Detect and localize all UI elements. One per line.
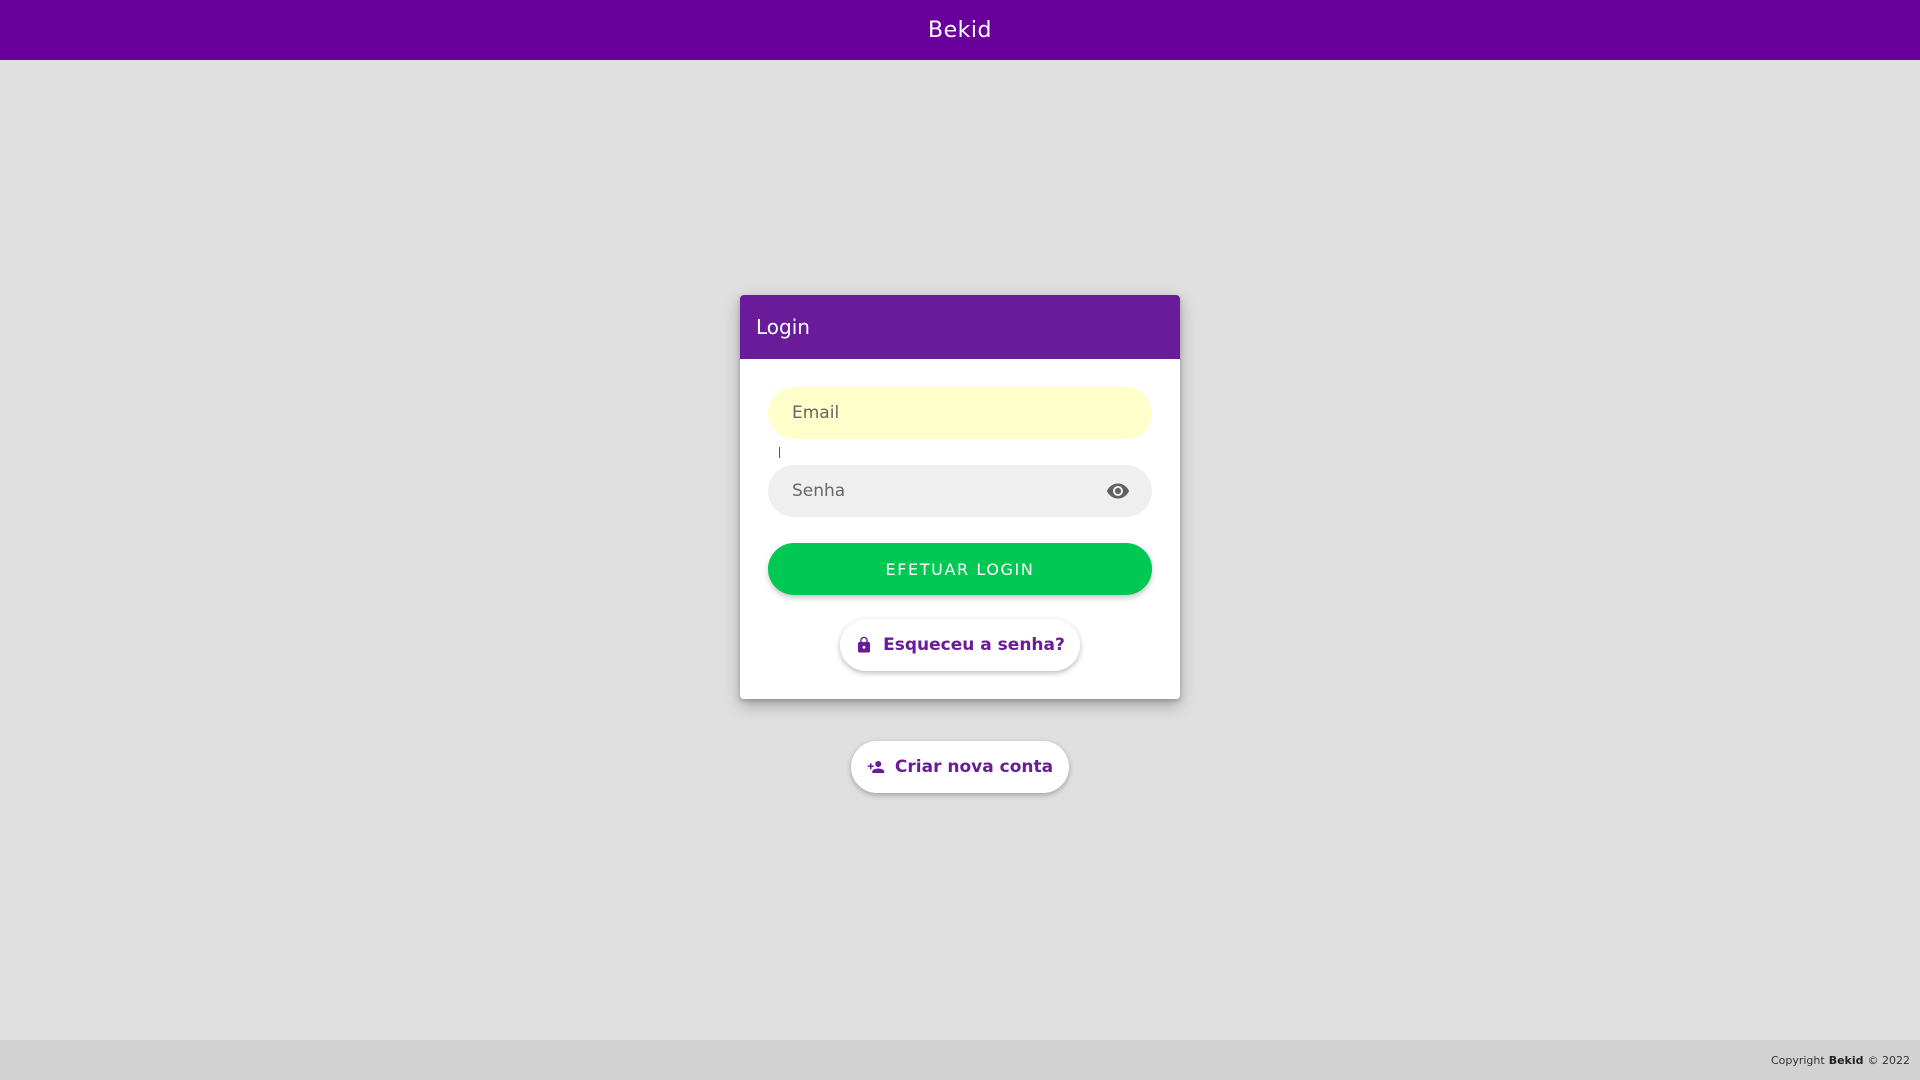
copyright-prefix: Copyright [1770,1053,1825,1067]
create-account-label: Criar nova conta [894,757,1054,777]
app-title: Bekid [928,17,992,43]
lock-icon [858,636,871,653]
login-card: Login EFETUAR LOGIN Esqueceu a senha? [740,295,1180,699]
page-footer: Copyright Bekid © 2022 [0,1040,1920,1080]
create-account-button[interactable]: Criar nova conta [851,741,1069,793]
password-input[interactable] [768,465,1152,517]
copyright-year: © 2022 [1867,1053,1911,1067]
forgot-password-label: Esqueceu a senha? [883,635,1065,655]
email-field [768,387,1152,439]
text-cursor [779,447,780,458]
login-button[interactable]: EFETUAR LOGIN [768,543,1152,595]
forgot-password-button[interactable]: Esqueceu a senha? [840,619,1080,671]
email-input[interactable] [768,387,1152,439]
person-add-icon [867,761,885,773]
login-card-header: Login [740,295,1180,359]
app-header: Bekid [0,0,1920,60]
copyright-brand: Bekid [1828,1053,1864,1067]
login-card-title: Login [756,315,810,339]
eye-icon[interactable] [1106,479,1130,503]
password-field [768,465,1152,517]
